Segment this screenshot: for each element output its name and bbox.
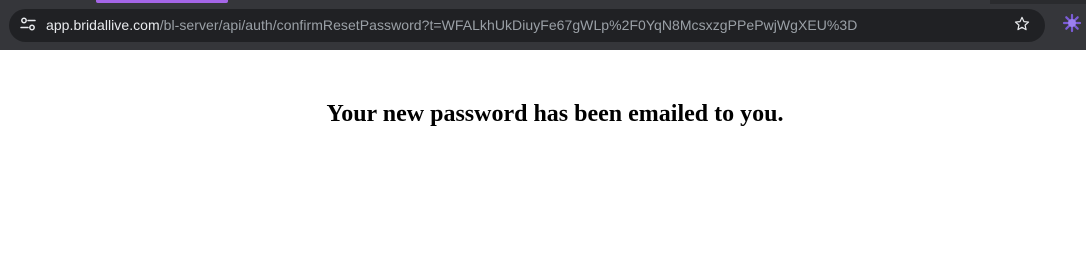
extension-icon: [1062, 13, 1082, 38]
star-icon: [1013, 15, 1031, 38]
url-text[interactable]: app.bridallive.com/bl-server/api/auth/co…: [46, 9, 857, 42]
site-info-button[interactable]: [17, 16, 39, 36]
address-bar[interactable]: app.bridallive.com/bl-server/api/auth/co…: [9, 9, 1045, 42]
url-path: /bl-server/api/auth/confirmResetPassword…: [159, 17, 858, 33]
site-info-tune-icon: [20, 17, 36, 36]
browser-toolbar: app.bridallive.com/bl-server/api/auth/co…: [0, 0, 1086, 50]
extension-button[interactable]: [1062, 13, 1082, 38]
page-content: Your new password has been emailed to yo…: [0, 50, 1086, 259]
bookmark-button[interactable]: [1011, 15, 1033, 37]
confirmation-message: Your new password has been emailed to yo…: [326, 101, 784, 127]
url-host: app.bridallive.com: [46, 17, 160, 33]
active-tab-indicator[interactable]: [96, 0, 228, 3]
tab-strip: [0, 0, 1086, 4]
